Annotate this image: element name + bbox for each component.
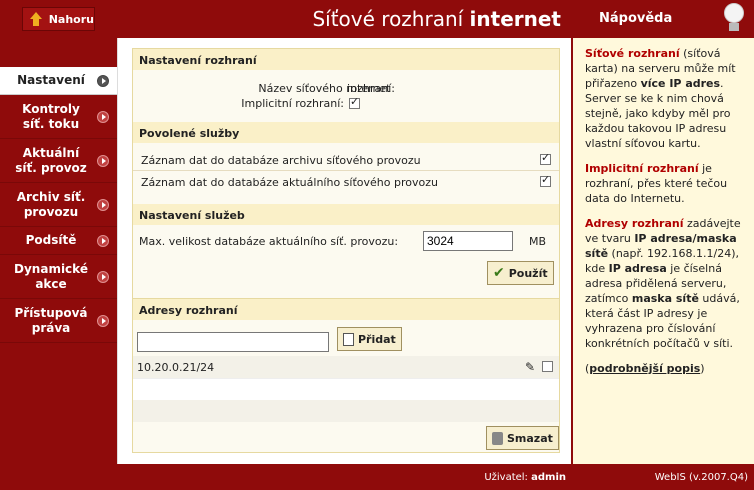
lightbulb-icon xyxy=(722,3,746,33)
arrow-right-icon xyxy=(97,154,109,167)
sidebar-item-label: Podsítě xyxy=(25,233,77,247)
table-row xyxy=(133,400,559,422)
sidebar-item-label: Archiv síť. provozu xyxy=(16,189,86,219)
default-interface-checkbox[interactable] xyxy=(349,95,360,109)
sidebar-item-label: Přístupová práva xyxy=(14,305,88,335)
help-paragraph: Síťové rozhraní (síťová karta) na server… xyxy=(585,46,744,151)
addresses-panel: Adresy rozhraní Přidat 10.20.0.21/24 ✎ S… xyxy=(132,298,560,453)
section-heading: Nastavení rozhraní xyxy=(133,49,559,70)
sidebar-item-archiv[interactable]: Archiv síť. provozu xyxy=(0,183,117,227)
sidebar-item-label: Aktuální síť. provoz xyxy=(15,145,87,175)
address-input[interactable] xyxy=(137,332,329,352)
help-body: Síťové rozhraní (síťová karta) na server… xyxy=(573,38,754,376)
arrow-right-icon xyxy=(97,74,109,87)
user-name: admin xyxy=(531,472,566,483)
page-title: Síťové rozhraní internet xyxy=(312,7,561,31)
arrow-up-icon xyxy=(29,12,43,26)
sidebar-item-kontroly[interactable]: Kontroly síť. toku xyxy=(0,95,117,139)
help-term: Adresy rozhraní xyxy=(585,217,684,230)
help-paragraph: Adresy rozhraní zadávejte ve tvaru IP ad… xyxy=(585,216,744,351)
table-row[interactable]: 10.20.0.21/24 ✎ xyxy=(133,356,559,378)
db-size-unit: MB xyxy=(529,235,547,248)
page-title-name: internet xyxy=(469,7,561,31)
help-bold: IP adresa xyxy=(608,262,667,275)
arrow-right-icon xyxy=(97,110,109,123)
document-icon xyxy=(343,332,354,346)
help-paragraph: (podrobnější popis) xyxy=(585,361,744,376)
sidebar-item-label: Dynamické akce xyxy=(14,261,88,291)
service-checkbox[interactable] xyxy=(540,173,551,187)
help-paragraph: Implicitní rozhraní je rozhraní, přes kt… xyxy=(585,161,744,206)
sidebar-item-pristupova[interactable]: Přístupová práva xyxy=(0,299,117,343)
top-bar: Nahoru Síťové rozhraní internet xyxy=(0,0,571,38)
section-heading: Adresy rozhraní xyxy=(133,299,559,320)
page-title-prefix: Síťové rozhraní xyxy=(312,7,464,31)
delete-button[interactable]: Smazat xyxy=(486,426,559,450)
sidebar-item-label: Kontroly síť. toku xyxy=(22,101,80,131)
help-title: Nápověda xyxy=(599,11,673,26)
check-icon: ✔ xyxy=(493,265,505,281)
delete-button-label: Smazat xyxy=(507,431,553,445)
db-size-label: Max. velikost databáze aktuálního síť. p… xyxy=(139,235,399,248)
help-header: Nápověda xyxy=(573,0,754,38)
up-button[interactable]: Nahoru xyxy=(22,7,95,31)
current-user: Uživatel: admin xyxy=(484,472,566,483)
arrow-right-icon xyxy=(97,270,109,283)
apply-button[interactable]: ✔ Použít xyxy=(487,261,554,285)
row-checkbox[interactable] xyxy=(542,361,553,372)
up-button-label: Nahoru xyxy=(48,12,94,26)
arrow-right-icon xyxy=(97,198,109,211)
add-button-label: Přidat xyxy=(358,332,396,346)
arrow-right-icon xyxy=(97,314,109,327)
sidebar-item-dynamicke[interactable]: Dynamické akce xyxy=(0,255,117,299)
version-info: WebIS (v.2007.Q4) xyxy=(654,472,748,483)
sidebar-item-label: Nastavení xyxy=(17,73,85,87)
user-label: Uživatel: xyxy=(484,472,528,483)
sidebar-item-aktualni[interactable]: Aktuální síť. provoz xyxy=(0,139,117,183)
detailed-description-link[interactable]: podrobnější popis xyxy=(589,362,700,375)
service-checkbox[interactable] xyxy=(540,151,551,165)
help-bold: maska sítě xyxy=(631,292,699,305)
help-term: Síťové rozhraní xyxy=(585,47,680,60)
section-heading: Povolené služby xyxy=(133,122,559,143)
help-panel: Nápověda Síťové rozhraní (síťová karta) … xyxy=(571,0,754,464)
edit-icon[interactable]: ✎ xyxy=(525,360,535,374)
main-content: Nastavení rozhraní Název síťového rozhra… xyxy=(117,38,571,464)
sidebar-item-nastaveni[interactable]: Nastavení xyxy=(0,67,117,95)
footer: Uživatel: admin WebIS (v.2007.Q4) xyxy=(0,464,754,490)
interface-name-value: internet xyxy=(347,82,391,95)
apply-button-label: Použít xyxy=(508,266,548,280)
sidebar-item-podsite[interactable]: Podsítě xyxy=(0,227,117,255)
table-row xyxy=(133,378,559,400)
default-interface-label: Implicitní rozhraní: xyxy=(241,97,344,110)
service-row: Záznam dat do databáze archivu síťového … xyxy=(133,149,559,171)
add-button[interactable]: Přidat xyxy=(337,327,402,351)
help-text: ) xyxy=(700,362,705,375)
sidebar: Nastavení Kontroly síť. toku Aktuální sí… xyxy=(0,38,117,464)
help-term: Implicitní rozhraní xyxy=(585,162,699,175)
service-label: Záznam dat do databáze aktuálního síťové… xyxy=(141,176,438,189)
arrow-right-icon xyxy=(97,234,109,247)
address-value: 10.20.0.21/24 xyxy=(137,361,215,374)
service-row: Záznam dat do databáze aktuálního síťové… xyxy=(133,171,559,193)
trash-icon xyxy=(492,431,503,445)
settings-panel: Nastavení rozhraní Název síťového rozhra… xyxy=(132,48,560,328)
help-bold: více IP adres xyxy=(640,77,721,90)
section-heading: Nastavení služeb xyxy=(133,204,559,225)
db-size-input[interactable] xyxy=(423,231,513,251)
service-label: Záznam dat do databáze archivu síťového … xyxy=(141,154,421,167)
